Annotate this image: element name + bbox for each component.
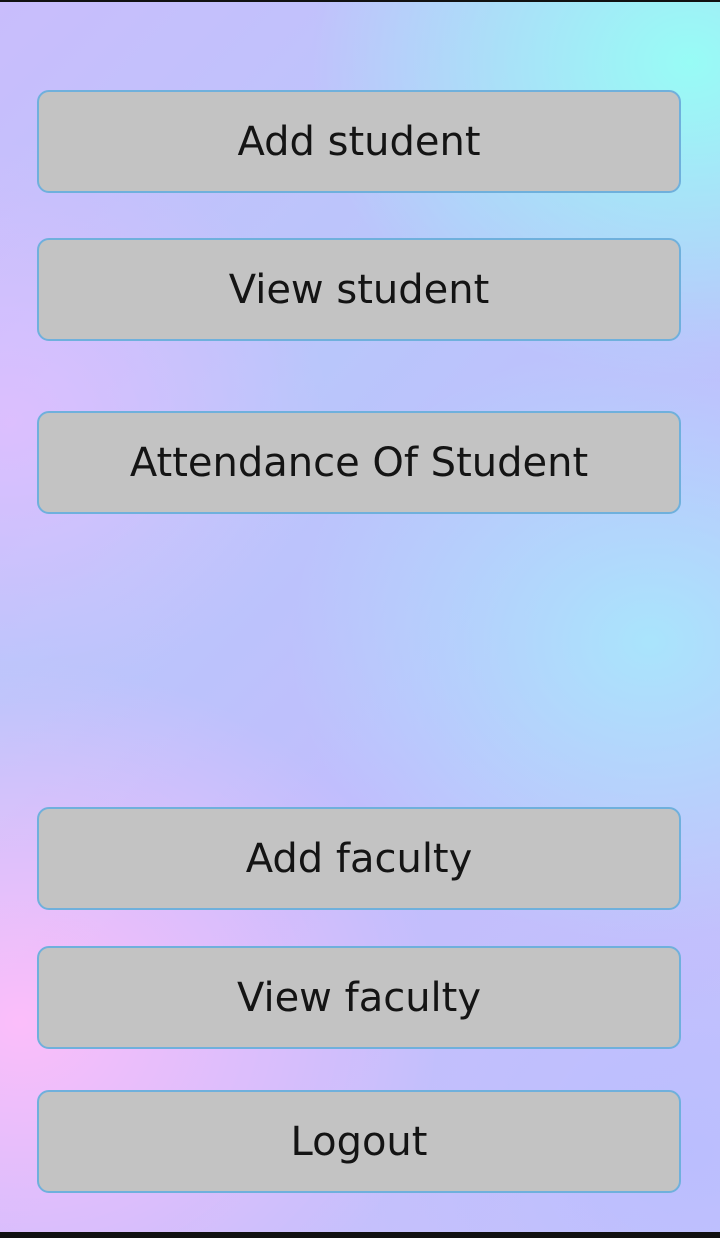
bottom-edge [0, 1232, 720, 1238]
add-student-button[interactable]: Add student [37, 90, 681, 193]
app-screen: Add student View student Attendance Of S… [0, 2, 720, 1232]
attendance-of-student-label: Attendance Of Student [129, 439, 589, 486]
add-student-label: Add student [237, 118, 481, 165]
logout-button[interactable]: Logout [37, 1090, 681, 1193]
logout-label: Logout [290, 1118, 428, 1165]
view-student-label: View student [228, 266, 490, 313]
view-faculty-label: View faculty [236, 974, 482, 1021]
add-faculty-label: Add faculty [245, 835, 473, 882]
view-faculty-button[interactable]: View faculty [37, 946, 681, 1049]
view-student-button[interactable]: View student [37, 238, 681, 341]
add-faculty-button[interactable]: Add faculty [37, 807, 681, 910]
attendance-of-student-button[interactable]: Attendance Of Student [37, 411, 681, 514]
